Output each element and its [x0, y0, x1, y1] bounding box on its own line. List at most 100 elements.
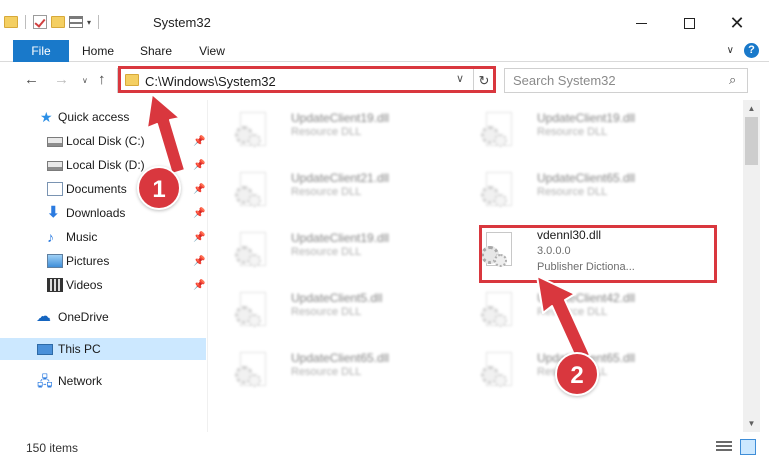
properties-check-icon[interactable]: [33, 15, 47, 29]
details-view-icon[interactable]: [716, 441, 732, 453]
file-description: Resource DLL: [537, 186, 608, 198]
pin-icon[interactable]: 📌: [193, 160, 205, 171]
dll-file-icon: [481, 292, 515, 332]
sidebar-item-downloads[interactable]: ⬇ Downloads 📌: [0, 202, 206, 224]
maximize-icon: [683, 17, 695, 29]
navigation-pane: ★ Quick access Local Disk (C:) 📌 Local D…: [0, 100, 207, 432]
title-bar: ▾ System32 ✕: [0, 0, 769, 40]
status-bar: 150 items: [0, 436, 769, 458]
file-item[interactable]: UpdateClient19.dll Resource DLL: [218, 222, 453, 274]
item-count: 150 items: [26, 441, 79, 455]
pin-icon[interactable]: 📌: [193, 232, 205, 243]
new-folder-icon[interactable]: [51, 16, 65, 28]
file-description: Resource DLL: [537, 306, 608, 318]
tiles-view-icon[interactable]: [740, 439, 756, 455]
file-highlight-box: [479, 225, 717, 283]
videos-icon: [47, 278, 63, 292]
file-item[interactable]: UpdateClient65.dll Resource DLL: [464, 162, 699, 214]
file-name: UpdateClient19.dll: [291, 111, 390, 125]
dll-file-icon: [481, 172, 515, 212]
toolbar-separator: [25, 15, 26, 29]
documents-icon: [47, 182, 63, 196]
close-button[interactable]: ✕: [714, 8, 760, 38]
recent-locations-icon[interactable]: ∨: [82, 76, 88, 85]
ribbon-tabs: File Home Share View ∨ ?: [0, 40, 769, 62]
file-item[interactable]: UpdateClient42.dll Resource DLL: [464, 282, 699, 334]
tab-file[interactable]: File: [13, 40, 69, 62]
expand-ribbon-icon[interactable]: ∨: [727, 45, 734, 56]
pin-icon[interactable]: 📌: [193, 256, 205, 267]
sidebar-item-label: Quick access: [58, 110, 130, 124]
tab-view[interactable]: View: [192, 40, 232, 62]
sidebar-item-quick-access[interactable]: ★ Quick access: [0, 106, 206, 128]
pin-icon[interactable]: 📌: [193, 208, 205, 219]
file-name: UpdateClient19.dll: [291, 231, 390, 245]
sidebar-item-videos[interactable]: Videos 📌: [0, 274, 206, 296]
minimize-button[interactable]: [618, 8, 664, 38]
tab-share[interactable]: Share: [134, 40, 178, 62]
toolbar-dropdown-icon[interactable]: ▾: [87, 18, 91, 27]
pin-icon[interactable]: 📌: [193, 184, 205, 195]
search-input[interactable]: [513, 72, 723, 89]
sidebar-item-pictures[interactable]: Pictures 📌: [0, 250, 206, 272]
scroll-up-icon[interactable]: ▲: [743, 100, 760, 117]
scroll-thumb[interactable]: [745, 117, 758, 165]
folder-icon: [4, 16, 18, 28]
file-item[interactable]: UpdateClient19.dll Resource DLL: [464, 102, 699, 154]
drive-icon: [47, 137, 63, 147]
dll-file-icon: [481, 352, 515, 392]
star-icon: ★: [40, 109, 53, 125]
music-icon: ♪: [47, 229, 54, 245]
dll-file-icon: [235, 172, 269, 212]
tab-home[interactable]: Home: [75, 40, 121, 62]
pin-icon[interactable]: 📌: [193, 280, 205, 291]
sidebar-item-label: OneDrive: [58, 310, 109, 324]
quick-access-toolbar: ▾: [4, 12, 102, 32]
dll-file-icon: [481, 112, 515, 152]
file-description: Resource DLL: [291, 246, 362, 258]
network-icon: 🖧: [37, 373, 53, 389]
sidebar-item-music[interactable]: ♪ Music 📌: [0, 226, 206, 248]
file-name: UpdateClient5.dll: [291, 291, 383, 305]
back-arrow-icon[interactable]: ←: [24, 71, 39, 88]
file-item[interactable]: UpdateClient5.dll Resource DLL: [218, 282, 453, 334]
forward-arrow-icon[interactable]: →: [54, 71, 69, 88]
help-icon[interactable]: ?: [744, 43, 759, 58]
sidebar-item-this-pc[interactable]: This PC: [0, 338, 206, 360]
pictures-icon: [47, 254, 63, 268]
file-name: UpdateClient65.dll: [291, 351, 390, 365]
search-box[interactable]: ⌕: [504, 68, 748, 93]
file-item[interactable]: UpdateClient19.dll Resource DLL: [218, 102, 453, 154]
scroll-down-icon[interactable]: ▼: [743, 415, 760, 432]
drive-icon: [47, 161, 63, 171]
sidebar-item-local-disk-c[interactable]: Local Disk (C:) 📌: [0, 130, 206, 152]
dll-file-icon: [235, 292, 269, 332]
computer-icon: [37, 343, 53, 355]
dll-file-icon: [235, 112, 269, 152]
file-item[interactable]: UpdateClient65.dll Resource DLL: [218, 342, 453, 394]
sidebar-item-label: Videos: [66, 278, 103, 292]
search-icon: ⌕: [729, 72, 737, 87]
sidebar-item-label: Documents: [66, 182, 127, 196]
file-name: UpdateClient65.dll: [537, 171, 636, 185]
close-icon: ✕: [729, 13, 745, 33]
address-highlight-box: [118, 66, 496, 93]
cloud-icon: ☁: [36, 308, 51, 325]
dll-file-icon: [235, 232, 269, 272]
sidebar-item-network[interactable]: 🖧 Network: [0, 370, 206, 392]
file-description: Resource DLL: [291, 366, 362, 378]
minimize-icon: [635, 22, 647, 24]
vertical-scrollbar[interactable]: ▲ ▼: [743, 100, 760, 432]
sidebar-item-label: Local Disk (D:): [66, 158, 145, 172]
sidebar-item-onedrive[interactable]: ☁ OneDrive: [0, 306, 206, 328]
pin-icon[interactable]: 📌: [193, 136, 205, 147]
file-description: Resource DLL: [291, 186, 362, 198]
sidebar-item-label: Downloads: [66, 206, 126, 220]
up-arrow-icon[interactable]: ↑: [98, 71, 106, 88]
file-item[interactable]: UpdateClient21.dll Resource DLL: [218, 162, 453, 214]
file-name: UpdateClient42.dll: [537, 291, 636, 305]
step-1-badge: 1: [137, 166, 181, 210]
maximize-button[interactable]: [666, 8, 712, 38]
sidebar-item-label: This PC: [58, 342, 101, 356]
customize-toolbar-icon[interactable]: [69, 16, 83, 28]
